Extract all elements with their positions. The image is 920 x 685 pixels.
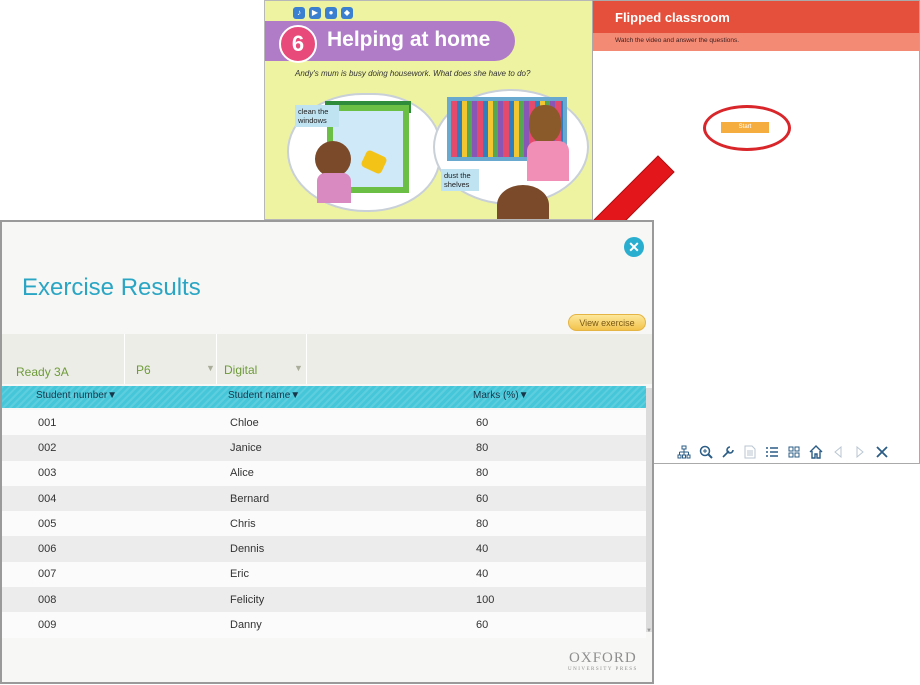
intro-text: Andy's mum is busy doing housework. What… xyxy=(295,69,531,78)
table-row[interactable]: 003 Alice 80 xyxy=(2,460,646,486)
table-row[interactable]: 002 Janice 80 xyxy=(2,435,646,461)
student-name: Dennis xyxy=(230,543,265,556)
student-marks: 60 xyxy=(476,619,489,632)
sitemap-icon[interactable] xyxy=(673,441,695,463)
label-clean-windows: clean the windows xyxy=(295,105,339,127)
home-icon[interactable] xyxy=(805,441,827,463)
table-row[interactable]: 001 Chloe 60 xyxy=(2,410,646,436)
results-table-body: 001 Chloe 60 002 Janice 80 003 Alice 80 004 Ber… xyxy=(2,410,646,638)
view-exercise-button[interactable]: View exercise xyxy=(568,314,646,331)
student-marks: 80 xyxy=(476,467,489,480)
prev-icon[interactable] xyxy=(827,441,849,463)
table-row[interactable]: 005 Chris 80 xyxy=(2,511,646,537)
woman-head-illustration xyxy=(529,105,561,143)
student-name: Janice xyxy=(230,441,262,454)
girl-head-illustration xyxy=(315,141,351,177)
dialog-title: Exercise Results xyxy=(22,274,201,301)
table-row[interactable]: 009 Danny 60 xyxy=(2,612,646,638)
student-number: 004 xyxy=(38,492,57,505)
chevron-down-icon[interactable]: ▼ xyxy=(206,363,215,373)
game-icon[interactable]: ◆ xyxy=(341,7,353,19)
zoom-icon[interactable] xyxy=(695,441,717,463)
filter-divider xyxy=(124,334,125,384)
close-icon[interactable] xyxy=(871,441,893,463)
exercise-results-dialog: ✕ Exercise Results View exercise Ready 3… xyxy=(0,220,654,684)
student-number: 005 xyxy=(38,517,57,530)
logo-subtext: UNIVERSITY PRESS xyxy=(568,667,638,672)
wrench-icon[interactable] xyxy=(717,441,739,463)
student-marks: 60 xyxy=(476,492,489,505)
chevron-down-icon[interactable]: ▼ xyxy=(294,363,303,373)
student-number: 009 xyxy=(38,619,57,632)
column-label: Student number xyxy=(36,390,108,401)
sort-icon[interactable]: ▼ xyxy=(519,390,529,401)
student-number: 008 xyxy=(38,593,57,606)
highlight-circle xyxy=(703,105,791,151)
student-name: Chris xyxy=(230,517,256,530)
panel-title: Flipped classroom xyxy=(615,10,730,25)
sort-icon[interactable]: ▼ xyxy=(107,390,117,401)
instruction-text: Watch the video and answer the questions… xyxy=(615,37,740,44)
column-label: Marks (%) xyxy=(473,390,519,401)
list-icon[interactable] xyxy=(761,441,783,463)
student-name: Felicity xyxy=(230,593,265,606)
student-marks: 80 xyxy=(476,517,489,530)
girl-body-illustration xyxy=(317,173,351,203)
filter-bar xyxy=(2,334,652,384)
video-icon[interactable]: ▶ xyxy=(309,7,321,19)
activity-icon[interactable]: ● xyxy=(325,7,337,19)
close-dialog-button[interactable]: ✕ xyxy=(624,237,644,257)
student-name: Chloe xyxy=(230,416,259,429)
student-marks: 60 xyxy=(476,416,489,429)
filter-divider xyxy=(306,334,307,384)
student-marks: 40 xyxy=(476,543,489,556)
sort-icon[interactable]: ▼ xyxy=(290,390,300,401)
student-number: 002 xyxy=(38,441,57,454)
column-header-student-number[interactable]: Student number▼ xyxy=(36,390,117,401)
oxford-logo: OXFORD UNIVERSITY PRESS xyxy=(568,650,638,672)
document-icon[interactable] xyxy=(739,441,761,463)
table-row[interactable]: 007 Eric 40 xyxy=(2,561,646,588)
label-dust-shelves: dust the shelves xyxy=(441,169,479,191)
filter-divider xyxy=(216,334,217,384)
student-name: Eric xyxy=(230,568,249,581)
student-number: 001 xyxy=(38,416,57,429)
student-marks: 80 xyxy=(476,441,489,454)
table-row[interactable]: 004 Bernard 60 xyxy=(2,485,646,512)
student-number: 007 xyxy=(38,568,57,581)
scroll-down-icon[interactable]: ▼ xyxy=(646,628,652,634)
student-number: 003 xyxy=(38,467,57,480)
reader-toolbar xyxy=(673,441,919,463)
class-filter[interactable]: P6 xyxy=(136,363,151,377)
column-header-marks[interactable]: Marks (%)▼ xyxy=(473,390,528,401)
student-marks: 100 xyxy=(476,593,495,606)
column-label: Student name xyxy=(228,390,291,401)
student-name: Bernard xyxy=(230,492,270,505)
column-header-student-name[interactable]: Student name▼ xyxy=(228,390,300,401)
student-name: Alice xyxy=(230,467,254,480)
mode-filter[interactable]: Digital xyxy=(224,363,257,377)
student-marks: 40 xyxy=(476,568,489,581)
unit-number: 6 xyxy=(279,25,317,63)
grid-icon[interactable] xyxy=(783,441,805,463)
unit-title: Helping at home xyxy=(327,28,491,51)
table-row[interactable]: 008 Felicity 100 xyxy=(2,587,646,613)
student-name: Danny xyxy=(230,619,262,632)
table-scrollbar[interactable] xyxy=(646,388,652,632)
page-tool-icons: ♪ ▶ ● ◆ xyxy=(293,7,353,19)
book-filter[interactable]: Ready 3A xyxy=(16,365,69,379)
audio-icon[interactable]: ♪ xyxy=(293,7,305,19)
student-number: 006 xyxy=(38,543,57,556)
table-row[interactable]: 006 Dennis 40 xyxy=(2,536,646,562)
next-icon[interactable] xyxy=(849,441,871,463)
logo-text: OXFORD xyxy=(569,650,637,666)
